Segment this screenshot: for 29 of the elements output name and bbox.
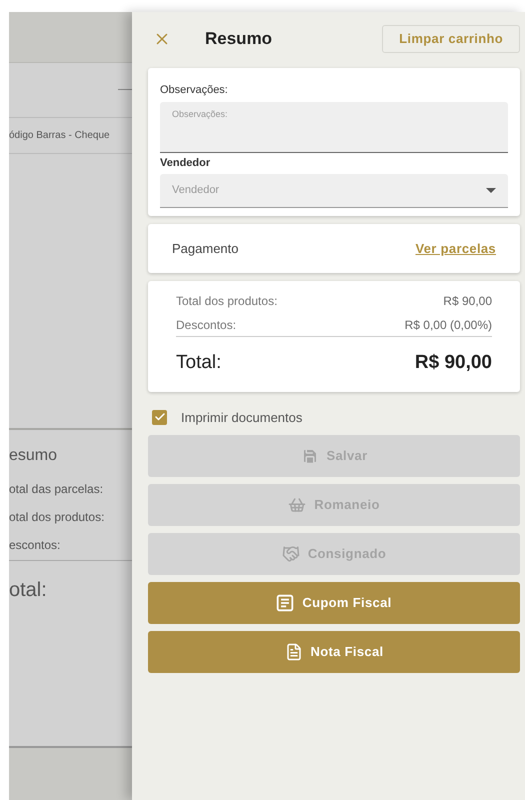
summary-label: escontos: — [9, 537, 62, 554]
action-button[interactable]: Cupom Fiscal — [148, 582, 520, 624]
notes-label: Observações: — [160, 83, 229, 98]
grand-total-label: Total: — [176, 351, 222, 375]
view-installments-link[interactable]: Ver parcelas — [415, 238, 496, 258]
handshake-icon — [282, 545, 300, 563]
seller-select[interactable]: Vendedor — [160, 174, 508, 208]
summary-title: esumo — [9, 446, 58, 466]
payment-label: Pagamento — [172, 240, 238, 258]
summary-label: otal das parcelas: — [9, 481, 104, 498]
action-button[interactable]: Nota Fiscal — [148, 631, 520, 673]
print-documents-checkbox[interactable] — [152, 410, 167, 425]
total-row-label: Descontos: — [176, 316, 236, 334]
basket-icon — [288, 496, 306, 514]
seller-label: Vendedor — [160, 156, 212, 170]
document-icon — [284, 643, 303, 661]
column-header: ódigo Barras - Cheque — [9, 129, 110, 143]
drawer-title: Resumo — [205, 28, 272, 50]
receipt-icon — [276, 594, 294, 612]
print-documents-label: Imprimir documentos — [181, 408, 302, 427]
grand-total-value: R$ 90,00 — [414, 351, 492, 375]
clear-cart-button[interactable]: Limpar carrinho — [382, 24, 520, 52]
dropdown-caret-icon — [486, 188, 496, 193]
total-label: otal: — [9, 578, 48, 603]
notes-field[interactable]: Observações: — [160, 102, 508, 152]
total-row-label: Total dos produtos: — [176, 293, 278, 310]
total-row-value: R$ 90,00 — [443, 293, 492, 310]
summary-label: otal dos produtos: — [9, 509, 106, 526]
total-row-value: R$ 0,00 (0,00%) — [404, 316, 492, 334]
